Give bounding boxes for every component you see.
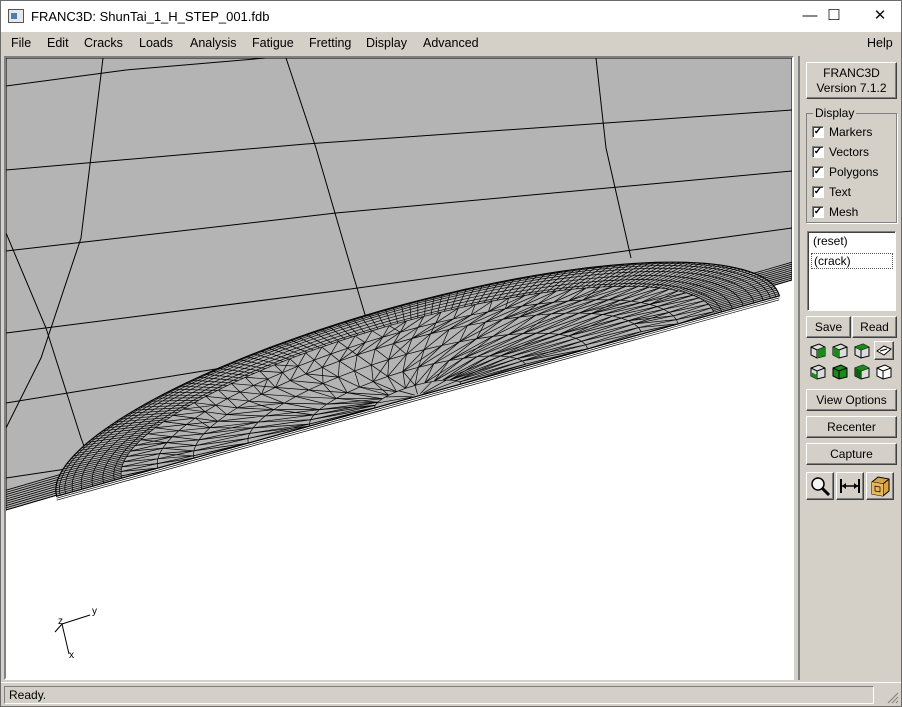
zoom-icon[interactable] bbox=[806, 472, 834, 500]
menu-display[interactable]: Display bbox=[366, 36, 407, 50]
view-iso-icon[interactable] bbox=[808, 341, 828, 360]
menu-analysis[interactable]: Analysis bbox=[190, 36, 237, 50]
close-button[interactable]: ✕ bbox=[857, 1, 902, 32]
model-viewport[interactable]: y z x bbox=[4, 56, 794, 680]
status-text: Ready. bbox=[4, 686, 874, 704]
checkbox-polygons-box[interactable]: ✓ bbox=[812, 166, 824, 178]
save-view-button[interactable]: Save bbox=[806, 316, 851, 338]
menu-bar: File Edit Cracks Loads Analysis Fatigue … bbox=[1, 32, 901, 54]
view-item-reset[interactable]: (reset) bbox=[811, 234, 893, 250]
cube-icon[interactable] bbox=[866, 472, 894, 500]
menu-fretting[interactable]: Fretting bbox=[309, 36, 351, 50]
app-window: FRANC3D: ShunTai_1_H_STEP_001.fdb — ☐ ✕ … bbox=[0, 0, 902, 707]
product-name: FRANC3D bbox=[823, 66, 880, 80]
menu-loads[interactable]: Loads bbox=[139, 36, 173, 50]
display-group-label: Display bbox=[813, 106, 857, 120]
checkbox-text-label: Text bbox=[829, 185, 852, 199]
checkbox-vectors-label: Vectors bbox=[829, 145, 870, 159]
view-options-button[interactable]: View Options bbox=[806, 389, 897, 411]
checkbox-polygons-label: Polygons bbox=[829, 165, 879, 179]
display-options-group: Display ✓ Markers ✓ Vectors ✓ Polygons ✓… bbox=[806, 106, 897, 223]
menu-file[interactable]: File bbox=[11, 36, 31, 50]
maximize-button[interactable]: ☐ bbox=[811, 1, 857, 32]
window-title: FRANC3D: ShunTai_1_H_STEP_001.fdb bbox=[31, 9, 270, 24]
app-icon bbox=[8, 9, 24, 23]
menu-fatigue[interactable]: Fatigue bbox=[252, 36, 294, 50]
menu-help[interactable]: Help bbox=[867, 36, 893, 50]
checkbox-text-box[interactable]: ✓ bbox=[812, 186, 824, 198]
status-bar: Ready. bbox=[1, 682, 901, 706]
version-box: FRANC3D Version 7.1.2 bbox=[806, 62, 897, 99]
view-back-icon[interactable] bbox=[830, 362, 850, 381]
capture-button[interactable]: Capture bbox=[806, 443, 897, 465]
axis-label-x: x bbox=[69, 650, 74, 661]
mesh-view[interactable]: y z x bbox=[6, 58, 792, 678]
checkbox-markers-label: Markers bbox=[829, 125, 873, 139]
checkbox-vectors-box[interactable]: ✓ bbox=[812, 146, 824, 158]
menu-cracks[interactable]: Cracks bbox=[84, 36, 123, 50]
resize-grip-icon[interactable] bbox=[885, 690, 899, 704]
control-panel: FRANC3D Version 7.1.2 Display ✓ Markers … bbox=[798, 56, 901, 680]
view-bottom-icon[interactable] bbox=[808, 362, 828, 381]
recenter-button[interactable]: Recenter bbox=[806, 416, 897, 438]
checkbox-mesh-box[interactable]: ✓ bbox=[812, 206, 824, 218]
axis-label-z: z bbox=[58, 616, 63, 627]
read-view-button[interactable]: Read bbox=[852, 316, 897, 338]
view-wire-icon[interactable] bbox=[874, 362, 894, 381]
view-item-crack[interactable]: (crack) bbox=[811, 253, 893, 269]
view-top-icon[interactable] bbox=[874, 341, 894, 360]
view-front-icon[interactable] bbox=[830, 341, 850, 360]
checkbox-mesh-label: Mesh bbox=[829, 205, 859, 219]
product-version: Version 7.1.2 bbox=[816, 81, 887, 95]
title-bar: FRANC3D: ShunTai_1_H_STEP_001.fdb — ☐ ✕ bbox=[1, 1, 901, 32]
menu-edit[interactable]: Edit bbox=[47, 36, 69, 50]
view-right-icon[interactable] bbox=[852, 362, 872, 381]
measure-icon[interactable] bbox=[836, 472, 864, 500]
view-side-icon[interactable] bbox=[852, 341, 872, 360]
checkbox-markers-box[interactable]: ✓ bbox=[812, 126, 824, 138]
axis-label-y: y bbox=[92, 606, 97, 617]
menu-advanced[interactable]: Advanced bbox=[423, 36, 479, 50]
saved-views-list[interactable]: (reset) (crack) bbox=[807, 231, 896, 311]
